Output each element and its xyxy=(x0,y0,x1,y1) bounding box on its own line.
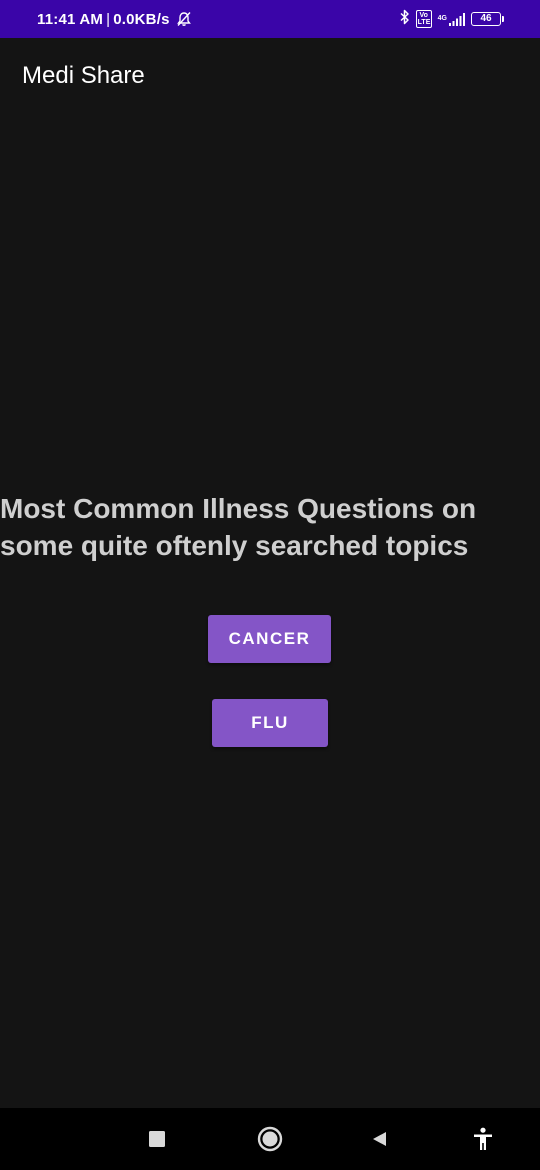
home-circle-icon[interactable] xyxy=(255,1124,285,1154)
status-right: Vo LTE 4G 46 xyxy=(400,9,504,30)
flu-button[interactable]: FLU xyxy=(212,699,328,747)
accessibility-icon[interactable] xyxy=(469,1124,497,1154)
navigation-bar xyxy=(0,1108,540,1170)
page-headline: Most Common Illness Questions on some qu… xyxy=(0,493,477,561)
recents-square-icon[interactable] xyxy=(143,1125,171,1153)
volte-icon: Vo LTE xyxy=(415,10,432,28)
battery-icon: 46 xyxy=(471,12,504,26)
cancer-button[interactable]: CANCER xyxy=(208,615,331,663)
status-bar: 11:41 AM | 0.0KB/s Vo LTE 4G 46 xyxy=(0,0,540,38)
signal-icon: 4G xyxy=(437,12,465,26)
battery-level: 46 xyxy=(471,12,501,26)
battery-nub xyxy=(502,16,504,22)
status-separator: | xyxy=(106,10,111,28)
back-triangle-icon[interactable] xyxy=(365,1125,393,1153)
status-left: 11:41 AM | 0.0KB/s xyxy=(37,11,192,28)
app-title: Medi Share xyxy=(22,62,145,89)
network-gen-label: 4G xyxy=(437,14,447,22)
status-net-speed: 0.0KB/s xyxy=(113,10,170,28)
bell-off-icon xyxy=(176,11,192,27)
bluetooth-icon xyxy=(400,9,410,30)
status-time: 11:41 AM xyxy=(37,10,104,28)
